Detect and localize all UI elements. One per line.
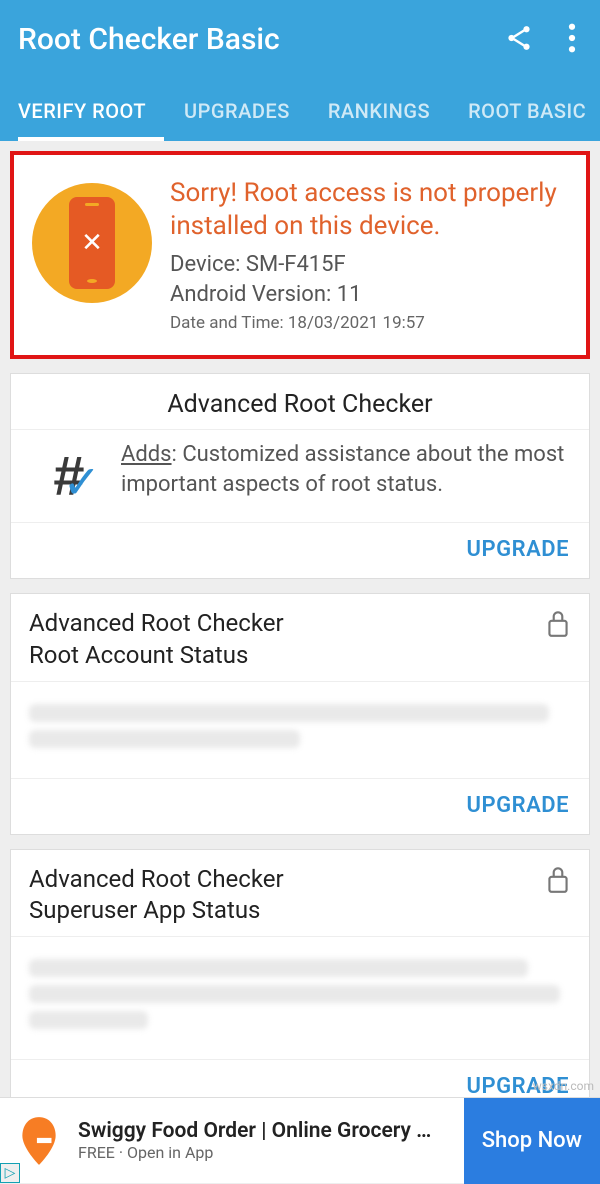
upgrade-button[interactable]: UPGRADE: [467, 793, 569, 818]
datetime-label: Date and Time: 18/03/2021 19:57: [170, 313, 568, 333]
status-headline: Sorry! Root access is not properly insta…: [170, 177, 568, 242]
ad-info-icon[interactable]: ▷: [0, 1163, 20, 1183]
tab-verify-root[interactable]: VERIFY ROOT: [18, 85, 164, 141]
ad-title: Swiggy Food Order | Online Grocery …: [78, 1119, 454, 1143]
tab-root-basic[interactable]: ROOT BASIC: [468, 85, 600, 141]
lock-icon: [545, 864, 571, 898]
status-fail-icon: ✕: [32, 183, 152, 303]
tab-upgrades[interactable]: UPGRADES: [184, 85, 308, 141]
watermark: wsxdn.com: [533, 1079, 594, 1093]
device-label: Device: SM-F415F: [170, 250, 568, 280]
card-title: Advanced Root Checker Superuser App Stat…: [29, 864, 284, 926]
share-icon[interactable]: [504, 23, 534, 57]
upgrade-button[interactable]: UPGRADE: [467, 537, 569, 562]
checkmark-icon: ✓: [62, 455, 101, 510]
card-title: Advanced Root Checker Root Account Statu…: [29, 608, 284, 670]
root-account-status-card: Advanced Root Checker Root Account Statu…: [10, 593, 590, 834]
x-icon: ✕: [81, 230, 103, 256]
advanced-root-checker-card: Advanced Root Checker # ✓ Adds: Customiz…: [10, 373, 590, 579]
locked-content: [11, 681, 589, 778]
root-hash-icon: # ✓: [27, 436, 105, 514]
overflow-menu-icon[interactable]: [568, 23, 576, 57]
locked-content: [11, 936, 589, 1059]
android-version-label: Android Version: 11: [170, 280, 568, 310]
app-bar: Root Checker Basic VERIFY ROOT UPGRADES …: [0, 0, 600, 141]
shop-now-button[interactable]: Shop Now: [464, 1098, 600, 1184]
ad-subtitle: FREE · Open in App: [78, 1143, 454, 1162]
superuser-app-status-card: Advanced Root Checker Superuser App Stat…: [10, 849, 590, 1116]
app-title: Root Checker Basic: [18, 22, 280, 57]
ad-banner[interactable]: ▷ Swiggy Food Order | Online Grocery … F…: [0, 1097, 600, 1183]
lock-icon: [545, 608, 571, 642]
tab-bar: VERIFY ROOT UPGRADES RANKINGS ROOT BASIC: [18, 85, 582, 141]
root-status-card: ✕ Sorry! Root access is not properly ins…: [10, 151, 590, 359]
adv-description: Adds: Customized assistance about the mo…: [121, 436, 573, 514]
swiggy-logo-icon: [10, 1112, 68, 1170]
phone-icon: ✕: [69, 197, 115, 289]
tab-rankings[interactable]: RANKINGS: [328, 85, 448, 141]
adv-title: Advanced Root Checker: [11, 374, 589, 429]
